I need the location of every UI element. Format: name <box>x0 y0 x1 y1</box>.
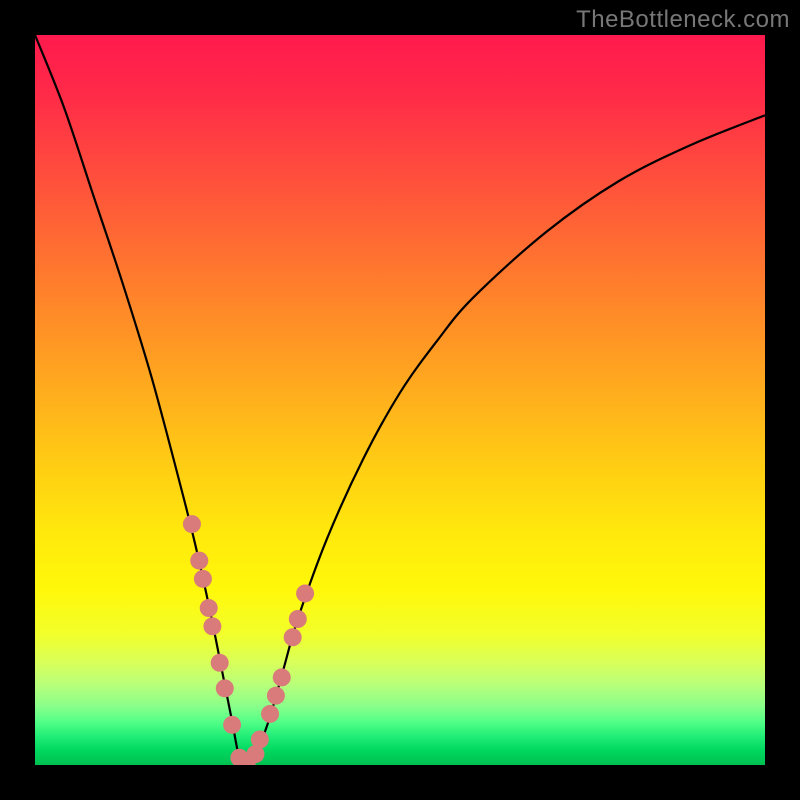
marker-point <box>194 570 212 588</box>
marker-point <box>200 599 218 617</box>
marker-point <box>267 687 285 705</box>
marker-point <box>223 716 241 734</box>
chart-svg <box>35 35 765 765</box>
marker-point <box>216 679 234 697</box>
marker-point <box>251 730 269 748</box>
marker-point <box>211 654 229 672</box>
plot-area <box>35 35 765 765</box>
bottleneck-curve <box>35 35 765 765</box>
chart-container: TheBottleneck.com <box>0 0 800 800</box>
marker-point <box>190 552 208 570</box>
marker-point <box>183 515 201 533</box>
marker-point <box>289 610 307 628</box>
markers-group <box>183 515 314 765</box>
marker-point <box>284 628 302 646</box>
marker-point <box>273 668 291 686</box>
marker-point <box>203 617 221 635</box>
marker-point <box>296 584 314 602</box>
marker-point <box>261 705 279 723</box>
watermark-text: TheBottleneck.com <box>576 6 790 34</box>
